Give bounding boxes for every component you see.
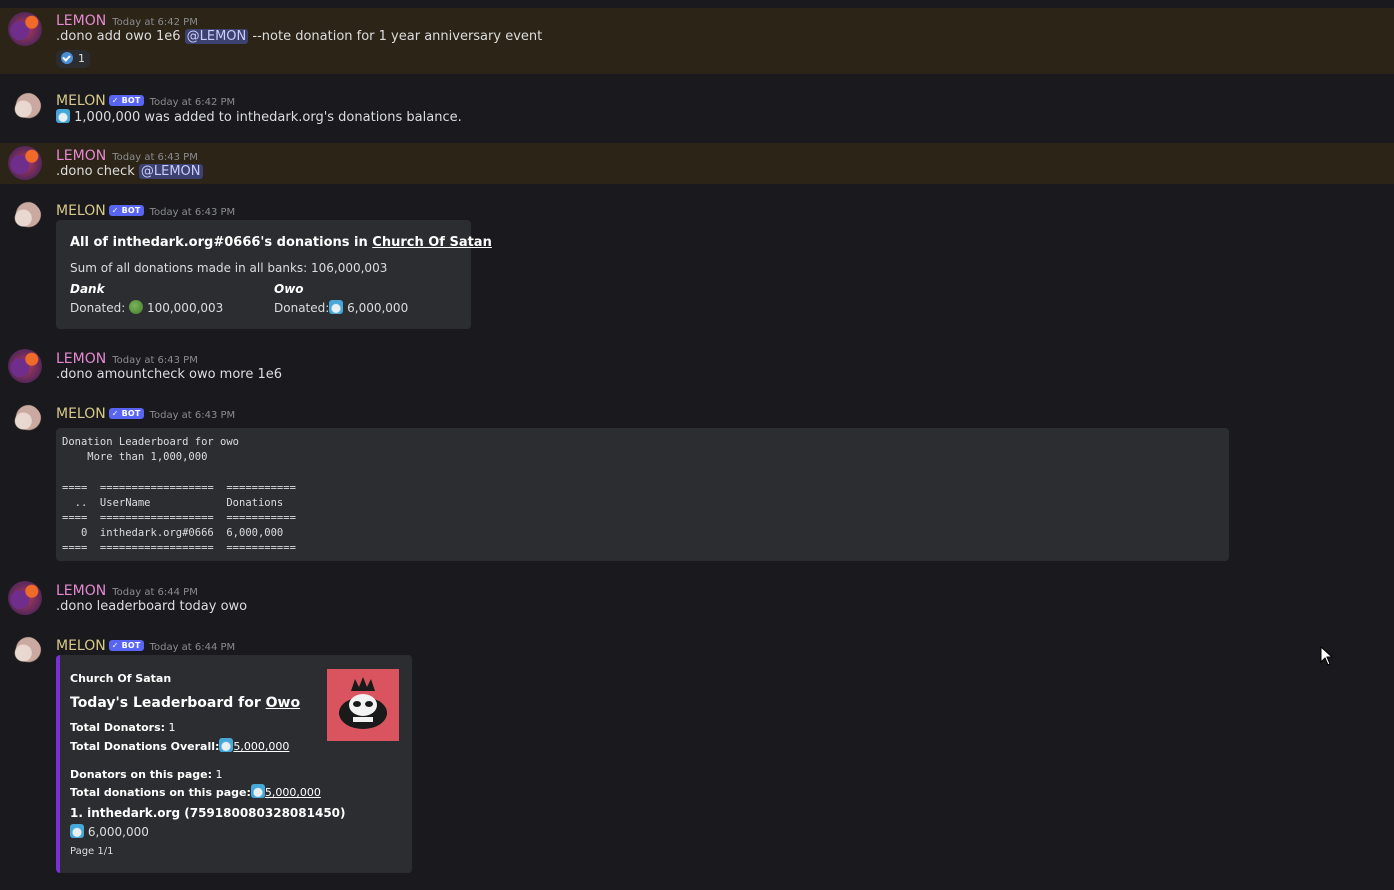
field-value-dank: Donated: 100,000,003 (70, 300, 223, 315)
owo-emoji-icon (329, 300, 344, 314)
timestamp: Today at 6:43 PM (112, 355, 198, 366)
total-donations-overall: Total Donations Overall: 5,000,000 (70, 738, 289, 753)
stat-label: Donators on this page: (70, 768, 213, 781)
bot-badge: ✓ BOT (108, 205, 144, 216)
message-text: .dono add owo 1e6 @LEMON --note donation… (56, 29, 542, 44)
bot-badge: ✓ BOT (108, 640, 144, 651)
field-label: Donated: (274, 301, 330, 315)
stat-value: 1 (168, 721, 176, 734)
field-name-dank: Dank (70, 282, 105, 296)
timestamp: Today at 6:44 PM (112, 587, 198, 598)
embed-author: Church Of Satan (70, 672, 172, 685)
text-segment: Today's Leaderboard for (70, 695, 266, 711)
author-name[interactable]: MELON (56, 406, 106, 422)
message-melon-3: MELON ✓ BOT Today at 6:43 PM Donation Lead… (0, 401, 1394, 566)
timestamp: Today at 6:44 PM (149, 642, 236, 653)
avatar[interactable] (8, 12, 42, 46)
author-name[interactable]: LEMON (56, 13, 106, 29)
owo-emoji-icon (219, 738, 234, 752)
embed-title: All of inthedark.org#0666's donations in… (70, 235, 492, 250)
author-name[interactable]: LEMON (56, 351, 106, 367)
total-donators: Total Donators: 1 (70, 721, 176, 734)
owo-emoji-icon (250, 784, 265, 798)
author-name[interactable]: MELON (56, 203, 106, 219)
text-segment: 1,000,000 was added to inthedark.org's d… (74, 110, 462, 125)
stat-value: 1 (215, 768, 223, 781)
message-melon-1: MELON ✓ BOT Today at 6:42 PM 1,000,000 was… (0, 88, 1394, 134)
field-label: Donated: (70, 301, 126, 315)
user-mention[interactable]: @LEMON (138, 164, 203, 179)
check-circle-icon (61, 52, 73, 64)
message-lemon-2: LEMON Today at 6:43 PM .dono check @LEMON (0, 143, 1394, 184)
embed-footer: Page 1/1 (70, 846, 114, 857)
message-text: .dono check @LEMON (56, 164, 203, 179)
stat-label: Total Donators: (70, 721, 166, 734)
field-name-owo: Owo (274, 282, 304, 296)
church-thumbnail-image[interactable] (327, 669, 399, 741)
donations-embed: All of inthedark.org#0666's donations in… (56, 220, 492, 329)
avatar[interactable] (8, 349, 42, 383)
user-mention[interactable]: @LEMON (184, 29, 249, 44)
text-segment: .dono check (56, 164, 139, 179)
entry-value: 6,000,000 (70, 824, 149, 839)
avatar[interactable] (8, 404, 42, 438)
avatar[interactable] (8, 92, 42, 126)
timestamp: Today at 6:43 PM (112, 152, 198, 163)
leaderboard-code-block: Donation Leaderboard for owo More than 1… (56, 428, 1229, 561)
owo-emoji-icon (56, 109, 70, 123)
author-name[interactable]: LEMON (56, 148, 106, 164)
text-segment: All of inthedark.org#0666's donations in (70, 235, 373, 250)
avatar[interactable] (8, 201, 42, 235)
message-lemon-1: LEMON Today at 6:42 PM .dono add owo 1e6 … (0, 8, 1394, 74)
author-name[interactable]: MELON (56, 638, 106, 654)
entry-title: 1. inthedark.org (759180080328081450) (70, 806, 346, 820)
stat-label: Total donations on this page: (70, 786, 251, 799)
author-name[interactable]: LEMON (56, 583, 106, 599)
bot-badge: ✓ BOT (108, 95, 144, 106)
field-value: 6,000,000 (347, 301, 409, 315)
stat-value[interactable]: 5,000,000 (233, 740, 289, 753)
mouse-cursor-icon (1320, 646, 1334, 666)
stat-label: Total Donations Overall: (70, 740, 220, 753)
page-total-donations: Total donations on this page: 5,000,000 (70, 784, 321, 799)
reaction-button[interactable]: 1 (56, 50, 90, 68)
demon-logo-icon (327, 669, 399, 741)
field-value: 100,000,003 (146, 301, 224, 315)
timestamp: Today at 6:43 PM (149, 207, 236, 218)
page-donators: Donators on this page: 1 (70, 768, 223, 781)
bot-badge: ✓ BOT (108, 408, 144, 419)
message-melon-2: MELON ✓ BOT Today at 6:43 PM All of inthed… (0, 198, 1394, 333)
timestamp: Today at 6:42 PM (112, 17, 198, 28)
message-lemon-3: LEMON Today at 6:43 PM .dono amountcheck … (0, 346, 1394, 390)
timestamp: Today at 6:42 PM (149, 97, 236, 108)
owo-emoji-icon (70, 824, 84, 838)
code-content: Donation Leaderboard for owo More than 1… (62, 436, 296, 555)
reaction-count: 1 (78, 52, 85, 65)
leaderboard-embed: Church Of Satan Today's Leaderboard for … (56, 655, 412, 873)
message-text: .dono amountcheck owo more 1e6 (56, 367, 283, 382)
message-melon-4: MELON ✓ BOT Today at 6:44 PM Church Of Sat… (0, 633, 1394, 878)
message-lemon-4: LEMON Today at 6:44 PM .dono leaderboard … (0, 578, 1394, 622)
stat-value: 6,000,000 (87, 825, 149, 839)
embed-title-link[interactable]: Owo (266, 695, 300, 711)
message-text: .dono leaderboard today owo (56, 599, 248, 614)
avatar[interactable] (8, 636, 42, 670)
message-text: 1,000,000 was added to inthedark.org's d… (56, 109, 462, 125)
author-name[interactable]: MELON (56, 93, 106, 109)
text-segment: .dono add owo 1e6 (56, 29, 185, 44)
embed-title: Today's Leaderboard for Owo (70, 695, 300, 711)
embed-title-link[interactable]: Church Of Satan (372, 235, 492, 250)
field-value-owo: Donated: 6,000,000 (274, 300, 408, 315)
avatar[interactable] (8, 146, 42, 180)
timestamp: Today at 6:43 PM (149, 410, 236, 421)
pepe-emoji-icon (129, 300, 144, 314)
avatar[interactable] (8, 581, 42, 615)
sum-line: Sum of all donations made in all banks: … (70, 261, 388, 275)
text-segment: --note donation for 1 year anniversary e… (248, 29, 543, 44)
stat-value[interactable]: 5,000,000 (265, 786, 321, 799)
